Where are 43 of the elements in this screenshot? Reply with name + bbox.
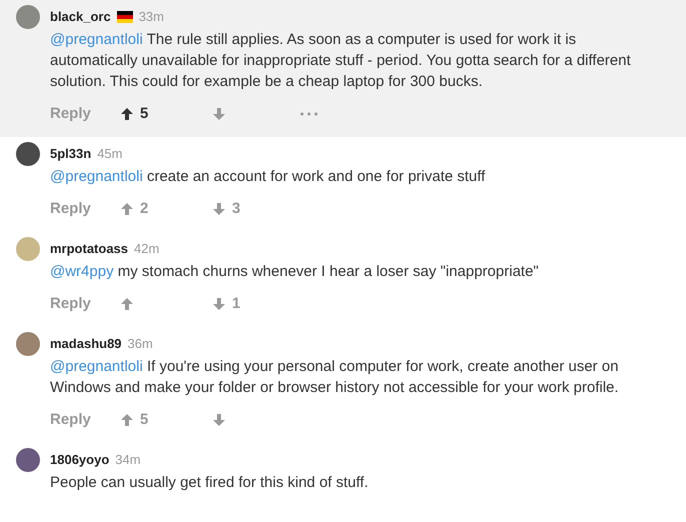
comment-text: @wr4ppy my stomach churns whenever I hear a loser say "inappropriate": [50, 262, 540, 282]
upvote-button[interactable]: 5: [120, 102, 212, 126]
timestamp: 45m: [97, 145, 122, 164]
upvote-button[interactable]: 5: [120, 408, 212, 432]
comment-text: People can usually get fired for this kind of stuff.: [50, 473, 370, 493]
more-options-icon[interactable]: [300, 112, 318, 116]
downvote-arrow-icon: [212, 413, 226, 427]
avatar: [16, 332, 40, 356]
comment-text: @pregnantloli If you're using your personal computer for work, create another user on Windows and make your folder or browser history not accessible for your work profile.: [50, 357, 620, 398]
reply-button[interactable]: Reply: [50, 198, 120, 220]
username[interactable]: madashu89: [50, 334, 122, 354]
timestamp: 33m: [138, 8, 164, 26]
mention-link[interactable]: @pregnantloli: [50, 31, 143, 48]
username[interactable]: black_orc: [50, 7, 111, 27]
upvote-arrow-icon: [120, 107, 134, 121]
downvote-button[interactable]: 3: [212, 198, 300, 220]
downvote-arrow-icon: [212, 297, 226, 311]
reply-button[interactable]: Reply: [50, 102, 120, 126]
timestamp: 34m: [115, 451, 141, 470]
username[interactable]: 1806yoyo: [50, 450, 110, 470]
downvote-arrow-icon: [212, 107, 226, 121]
avatar: [16, 5, 40, 29]
comment-text: @pregnantloli create an account for work and one for private stuff: [50, 167, 486, 187]
reply-button[interactable]: Reply: [50, 292, 120, 316]
comment-text: @pregnantloli The rule still applies. As soon as a computer is used for work it is automatically unavailable for inappropriate stuff - period. You gotta search for a different solution. This could for example be a cheap laptop for 300 bucks.: [50, 30, 632, 92]
upvote-arrow-icon: [120, 202, 134, 216]
avatar: [16, 237, 40, 261]
upvote-button[interactable]: 2: [120, 198, 212, 220]
upvote-arrow-icon: [120, 413, 134, 427]
avatar: [16, 142, 40, 166]
timestamp: 36m: [128, 335, 153, 354]
upvote-arrow-icon: [120, 297, 134, 311]
flag-icon: [116, 11, 133, 23]
username[interactable]: mrpotatoass: [50, 239, 128, 259]
avatar: [16, 448, 40, 472]
mention-link[interactable]: @pregnantloli: [50, 358, 143, 375]
downvote-button[interactable]: 1: [212, 292, 300, 316]
mention-link[interactable]: @wr4ppy: [50, 263, 114, 280]
timestamp: 42m: [134, 240, 160, 258]
username[interactable]: 5pl33n: [50, 144, 92, 164]
mention-link[interactable]: @pregnantloli: [50, 168, 143, 185]
downvote-arrow-icon: [212, 202, 226, 216]
reply-button[interactable]: Reply: [50, 408, 120, 432]
